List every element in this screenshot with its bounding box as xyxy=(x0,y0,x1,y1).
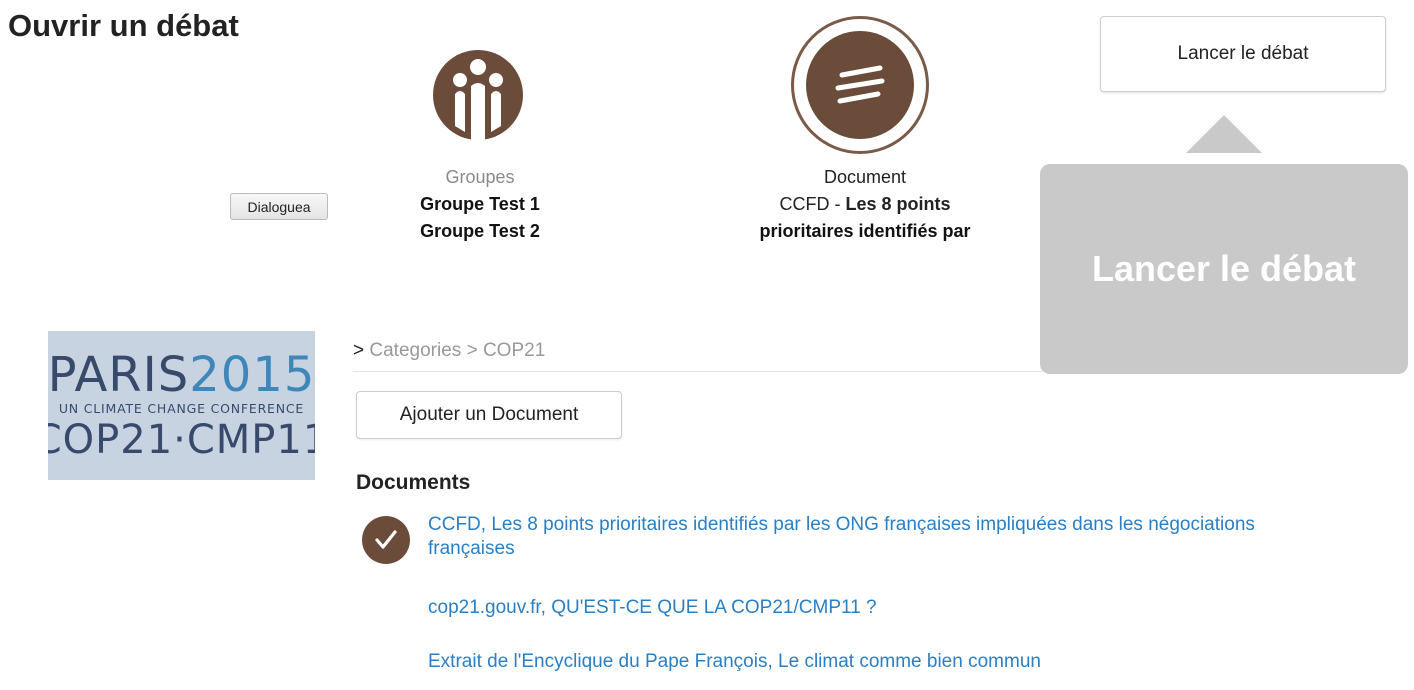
document-icon xyxy=(806,31,914,139)
add-document-button[interactable]: Ajouter un Document xyxy=(356,391,622,439)
groups-icon[interactable] xyxy=(433,50,523,140)
dialoguea-button[interactable]: Dialoguea xyxy=(230,193,328,220)
document-title-line2: prioritaires identifiés par xyxy=(759,221,971,241)
category-logo: PARIS2015 UN CLIMATE CHANGE CONFERENCE C… xyxy=(48,331,315,480)
document-link[interactable]: cop21.gouv.fr, QU'EST-CE QUE LA COP21/CM… xyxy=(428,596,1308,620)
document-title-line1: CCFD - Les 8 points xyxy=(779,194,951,214)
check-icon xyxy=(362,516,410,564)
launch-debate-button[interactable]: Lancer le débat xyxy=(1100,16,1386,92)
divider xyxy=(353,371,1043,372)
documents-heading: Documents xyxy=(356,471,471,494)
group-item: Groupe Test 2 xyxy=(420,221,540,241)
document-step-selector[interactable] xyxy=(791,16,929,154)
step-document-label: Document xyxy=(823,167,907,187)
breadcrumb-categories[interactable]: Categories xyxy=(369,340,461,361)
document-link[interactable]: CCFD, Les 8 points prioritaires identifi… xyxy=(428,513,1308,561)
document-link[interactable]: Extrait de l'Encyclique du Pape François… xyxy=(428,650,1308,674)
step-groups-label: Groupes xyxy=(445,167,515,187)
breadcrumb: > Categories > COP21 xyxy=(353,340,546,361)
page-title: Ouvrir un débat xyxy=(8,8,239,43)
group-item: Groupe Test 1 xyxy=(420,194,540,214)
breadcrumb-cop21[interactable]: COP21 xyxy=(483,340,545,361)
tooltip-arrow xyxy=(1186,115,1262,153)
launch-tooltip: Lancer le débat xyxy=(1040,164,1408,374)
